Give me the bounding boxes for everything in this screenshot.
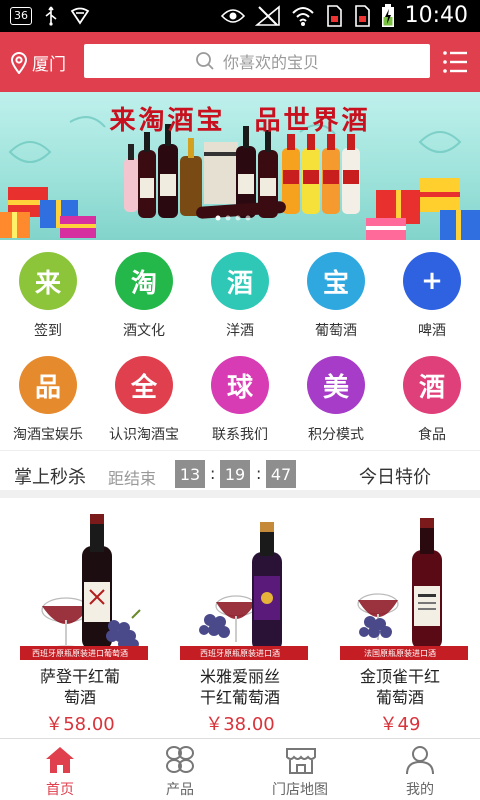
product-name-line: 葡萄酒 [375, 688, 424, 707]
product-name-line: 萨登干红葡 [39, 667, 120, 686]
product-price: ￥38.00 [205, 714, 275, 735]
category-entertainment[interactable]: 品 淘酒宝娱乐 [0, 356, 96, 444]
product-ribbon: 法国原瓶原装进口酒 [364, 648, 436, 658]
user-icon [406, 746, 434, 775]
category-label: 积分模式 [308, 427, 364, 443]
category-label: 食品 [418, 427, 446, 443]
category-grid: 来 签到 淘 酒文化 酒 洋酒 宝 葡萄酒 + 啤酒 品 淘酒宝娱乐 全 认识淘… [0, 240, 480, 450]
countdown-minutes: 19 [220, 460, 250, 488]
search-input[interactable]: 你喜欢的宝贝 [84, 44, 430, 78]
category-label: 啤酒 [418, 323, 446, 339]
nav-label: 我的 [406, 782, 434, 798]
product-name: 米雅爱丽丝 干红葡萄酒 [170, 666, 310, 708]
category-signin[interactable]: 来 签到 [0, 252, 96, 340]
product-price: ￥58.00 [45, 714, 115, 735]
category-icon: 球 [211, 356, 269, 414]
category-food[interactable]: 酒 食品 [384, 356, 480, 444]
usb-icon [45, 6, 57, 26]
category-icon: 酒 [403, 356, 461, 414]
countdown-seconds: 47 [266, 460, 296, 488]
status-bar: 36 10:40 [0, 0, 480, 32]
category-wine-culture[interactable]: 淘 酒文化 [96, 252, 192, 340]
location-selector[interactable]: 厦门 [10, 50, 66, 75]
category-icon: 淘 [115, 252, 173, 310]
store-icon [286, 748, 316, 774]
category-beer[interactable]: + 啤酒 [384, 252, 480, 340]
countdown-separator: : [210, 464, 216, 483]
product-name-line: 金顶雀干红 [359, 667, 440, 686]
search-icon [196, 52, 214, 70]
notification-count-badge: 36 [10, 7, 32, 25]
promo-banner[interactable]: 来淘酒宝 品世界酒 [0, 92, 480, 240]
category-grape-wine[interactable]: 宝 葡萄酒 [288, 252, 384, 340]
products-icon [166, 746, 194, 773]
category-foreign-liquor[interactable]: 酒 洋酒 [192, 252, 288, 340]
product-name: 金顶雀干红 葡萄酒 [330, 666, 470, 708]
category-icon: 全 [115, 356, 173, 414]
category-points[interactable]: 美 积分模式 [288, 356, 384, 444]
sim-card-icon-2 [354, 5, 370, 27]
product-name-line: 干红葡萄酒 [199, 688, 280, 707]
product-card[interactable]: 西班牙原瓶原装进口葡萄酒 萨登干红葡 萄酒 ￥58.00 [0, 506, 160, 738]
category-icon: 酒 [211, 252, 269, 310]
category-label: 洋酒 [226, 323, 254, 339]
nav-my[interactable]: 我的 [360, 739, 480, 800]
nav-label: 首页 [46, 782, 74, 798]
nav-products[interactable]: 产品 [120, 739, 240, 800]
today-special-link[interactable]: 今日特价 [359, 463, 431, 489]
category-icon: 来 [19, 252, 77, 310]
nav-label: 产品 [166, 782, 194, 798]
product-name: 萨登干红葡 萄酒 [10, 666, 150, 708]
category-icon: 美 [307, 356, 365, 414]
plus-icon: + [403, 252, 461, 310]
sim-card-icon [326, 5, 342, 27]
flash-sale-title[interactable]: 掌上秒杀 [14, 463, 86, 489]
product-price: ￥49 [379, 714, 421, 735]
no-signal-icon [254, 5, 280, 26]
category-label: 葡萄酒 [315, 323, 357, 339]
flash-sale-bar: 掌上秒杀 距结束 13 : 19 : 47 今日特价 [0, 450, 480, 498]
nav-store-map[interactable]: 门店地图 [240, 739, 360, 800]
product-image: 西班牙原瓶原装进口酒 [180, 522, 308, 660]
search-placeholder: 你喜欢的宝贝 [222, 53, 319, 72]
category-label: 签到 [34, 323, 62, 339]
product-ribbon: 西班牙原瓶原装进口葡萄酒 [32, 648, 128, 658]
category-label: 酒文化 [123, 323, 165, 339]
menu-icon[interactable] [442, 49, 468, 75]
shield-icon [70, 7, 90, 25]
product-image: 法国原瓶原装进口酒 [340, 518, 468, 660]
product-image: 西班牙原瓶原装进口葡萄酒 [20, 514, 148, 660]
eye-icon [220, 9, 245, 23]
banner-title: 来淘酒宝 品世界酒 [109, 106, 371, 136]
product-name-line: 萄酒 [63, 688, 96, 707]
battery-charging-icon [381, 4, 394, 27]
category-contact[interactable]: 球 联系我们 [192, 356, 288, 444]
countdown-hours: 13 [175, 460, 205, 488]
app-header: 厦门 你喜欢的宝贝 [0, 32, 480, 92]
home-icon [46, 747, 74, 773]
countdown-label: 距结束 [108, 469, 157, 488]
product-ribbon: 西班牙原瓶原装进口酒 [200, 648, 280, 658]
wifi-icon [291, 7, 314, 26]
location-pin-icon [10, 51, 28, 74]
category-icon: 宝 [307, 252, 365, 310]
countdown-separator: : [256, 464, 262, 483]
product-list: 西班牙原瓶原装进口葡萄酒 萨登干红葡 萄酒 ￥58.00 西班牙原瓶原装进口酒 … [0, 506, 480, 738]
product-name-line: 米雅爱丽丝 [199, 667, 280, 686]
category-icon: 品 [19, 356, 77, 414]
bottom-nav: 首页 产品 门店地图 我的 [0, 738, 480, 800]
nav-home[interactable]: 首页 [0, 739, 120, 800]
category-label: 联系我们 [212, 427, 268, 443]
product-card[interactable]: 法国原瓶原装进口酒 金顶雀干红 葡萄酒 ￥49 [320, 506, 480, 738]
clock: 10:40 [404, 3, 468, 28]
category-label: 淘酒宝娱乐 [13, 427, 83, 443]
product-card[interactable]: 西班牙原瓶原装进口酒 米雅爱丽丝 干红葡萄酒 ￥38.00 [160, 506, 320, 738]
category-label: 认识淘酒宝 [109, 427, 179, 443]
category-about[interactable]: 全 认识淘酒宝 [96, 356, 192, 444]
location-label: 厦门 [32, 55, 66, 75]
nav-label: 门店地图 [272, 782, 328, 798]
